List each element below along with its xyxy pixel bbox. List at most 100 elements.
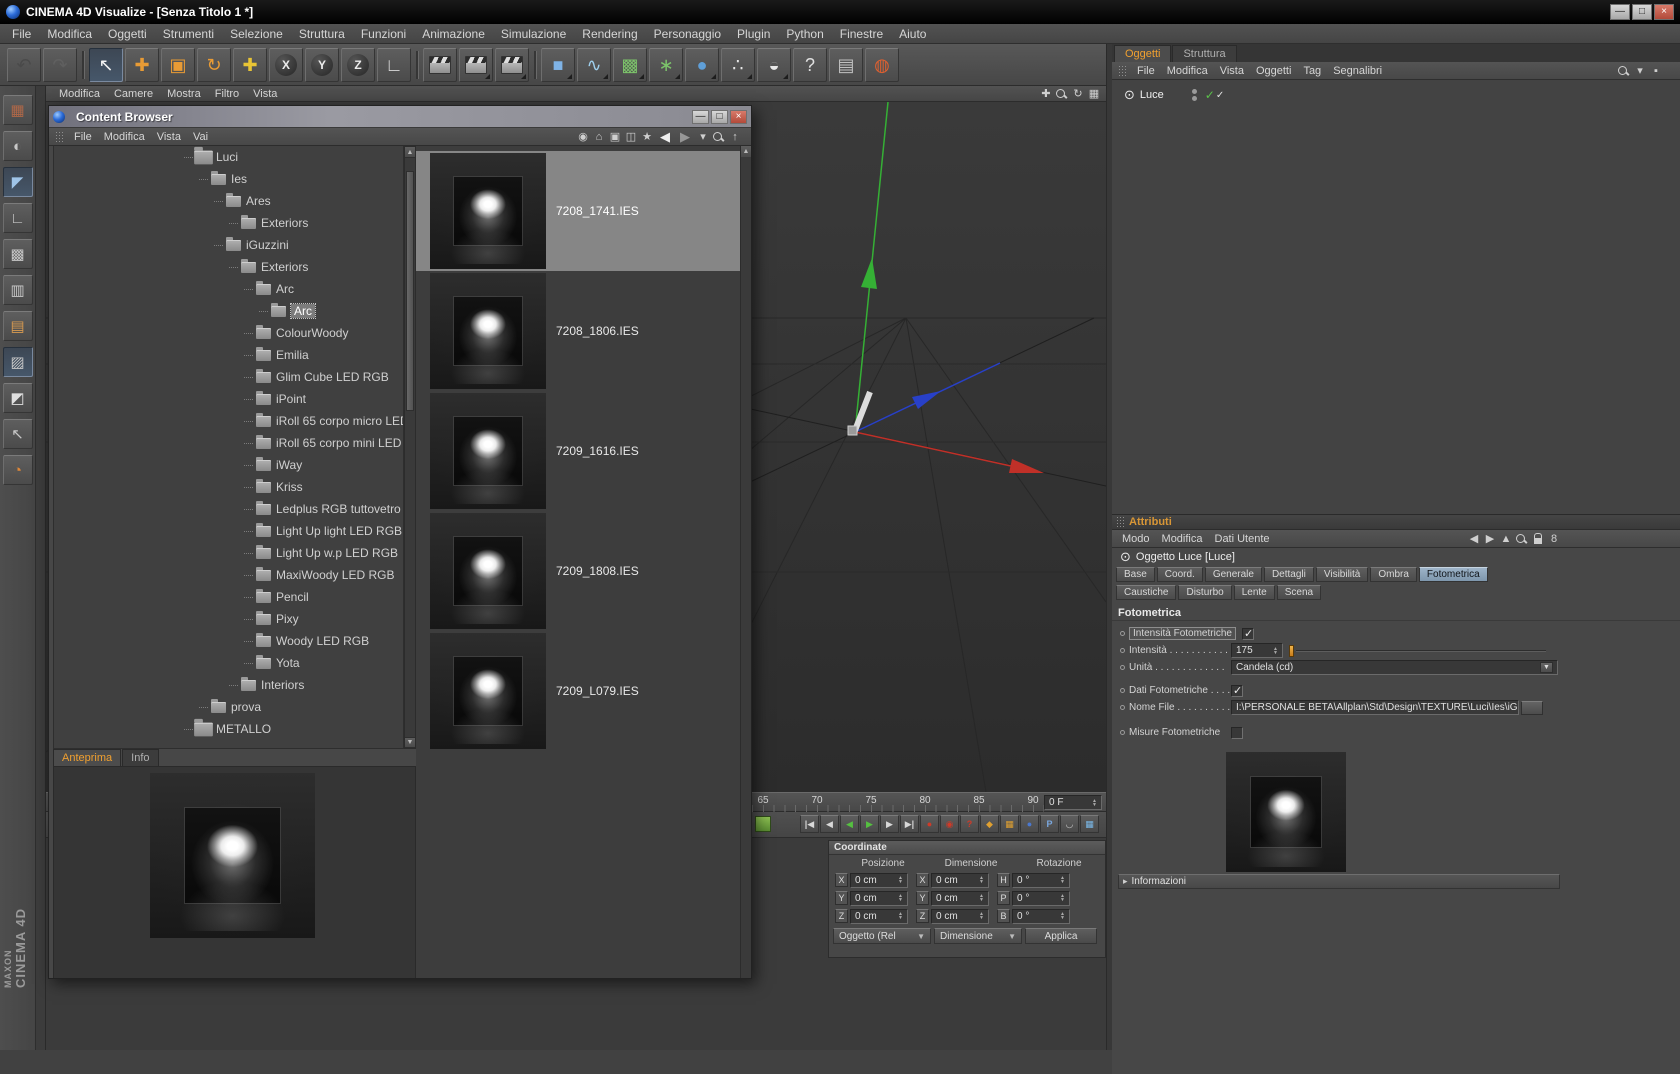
keyframe-dot-icon[interactable] [1120, 631, 1125, 636]
ik-icon[interactable]: ● [1020, 815, 1039, 833]
tree-item[interactable]: Arc [54, 278, 403, 300]
object-manager-menu-item[interactable]: Tag [1297, 64, 1327, 78]
deformer-icon[interactable]: ● [685, 47, 719, 82]
object-manager-menu-item[interactable]: Segnalibri [1327, 64, 1388, 78]
tree-item[interactable]: Glim Cube LED RGB [54, 366, 403, 388]
goto-start-icon[interactable]: |◀ [800, 815, 819, 833]
filename-field[interactable]: I:\PERSONALE BETA\Allplan\Std\Design\TEX… [1231, 700, 1519, 715]
content-browser-menu-item[interactable]: File [68, 130, 98, 144]
toolbar-separator[interactable] [79, 48, 87, 82]
viewport-menu-item[interactable]: Modifica [52, 87, 107, 101]
split-view-icon[interactable]: ◫ [623, 130, 639, 144]
tree-item[interactable]: Light Up w.p LED RGB [54, 542, 403, 564]
menu-item[interactable]: Finestre [832, 25, 891, 43]
attributes-menu-item[interactable]: Dati Utente [1209, 532, 1276, 546]
object-manager-menu-item[interactable]: File [1131, 64, 1161, 78]
previous-key-icon[interactable]: ◀ [820, 815, 839, 833]
preview-tab[interactable]: Info [122, 749, 159, 766]
object-manager-menu-item[interactable]: Vista [1214, 64, 1250, 78]
menu-item[interactable]: Aiuto [891, 25, 934, 43]
minimize-panel-icon[interactable]: ▪ [1648, 64, 1664, 78]
viewport-menu-item[interactable]: Vista [246, 87, 284, 101]
scale-icon[interactable]: ▣ [161, 47, 195, 82]
pan-view-icon[interactable]: ✚ [1038, 87, 1054, 101]
tree-item[interactable]: Pixy [54, 608, 403, 630]
tree-item[interactable]: iWay [54, 454, 403, 476]
field-spinner[interactable] [976, 876, 984, 884]
folder-up-icon[interactable]: ↑ [727, 130, 743, 144]
texture-axis-mode-icon[interactable]: ▨ [2, 347, 33, 377]
texture-mode-icon[interactable]: ◤ [2, 167, 33, 197]
field-spinner[interactable] [1057, 876, 1065, 884]
coordinate-mode-dropdown[interactable]: Oggetto (Rel ▼ [833, 928, 931, 944]
tree-item[interactable]: Arc [54, 300, 403, 322]
scroll-up-icon[interactable]: ▲ [405, 147, 415, 158]
rotation-field[interactable]: 0 ° [1012, 890, 1070, 906]
tree-item[interactable]: ColourWoody [54, 322, 403, 344]
lock-z-axis-icon[interactable]: Z [341, 47, 375, 82]
axis-mode-icon[interactable]: ↖ [2, 419, 33, 449]
coordinates-column-header[interactable]: Posizione [839, 858, 927, 869]
tree-item[interactable]: Exteriors [54, 256, 403, 278]
field-spinner[interactable] [1057, 912, 1065, 920]
history-back-icon[interactable]: ◀ [1466, 532, 1482, 546]
menu-item[interactable]: Python [778, 25, 831, 43]
coordinate-system-icon[interactable]: ∟ [377, 47, 411, 82]
tree-item[interactable]: Ares [54, 190, 403, 212]
attribute-tab[interactable]: Ombra [1370, 567, 1417, 582]
file-item[interactable]: 7208_1741.IES [416, 151, 745, 271]
field-spinner[interactable] [895, 894, 903, 902]
move-icon[interactable]: ✚ [125, 47, 159, 82]
redo-icon[interactable]: ↷ [43, 47, 77, 82]
field-spinner[interactable] [895, 912, 903, 920]
coordinates-column-header[interactable]: Rotazione [1015, 858, 1103, 869]
tree-item[interactable]: Luci [54, 146, 403, 168]
current-frame-field[interactable]: 0 F [1044, 795, 1102, 810]
field-spinner[interactable] [1270, 647, 1278, 655]
toolbar-separator[interactable] [413, 48, 421, 82]
tree-item[interactable]: prova [54, 696, 403, 718]
rotation-field[interactable]: 0 ° [1012, 872, 1070, 888]
photometric-intensity-enable-label[interactable]: Intensità Fotometriche [1129, 627, 1236, 640]
size-field[interactable]: 0 cm [931, 890, 989, 906]
informazioni-section[interactable]: ▸ Informazioni [1118, 874, 1560, 889]
keyframe-selection-icon[interactable]: ◆ [980, 815, 999, 833]
lock-icon[interactable] [1530, 532, 1546, 546]
frame-spinner[interactable] [1089, 799, 1097, 807]
field-spinner[interactable] [895, 876, 903, 884]
keyframe-dot-icon[interactable] [1120, 705, 1125, 710]
filter-icon[interactable]: ▾ [1632, 64, 1648, 78]
attribute-tab[interactable]: Dettagli [1263, 567, 1314, 582]
menu-item[interactable]: Personaggio [646, 25, 729, 43]
magnet-icon[interactable]: ◡ [1060, 815, 1079, 833]
keyframe-dot-icon[interactable] [1120, 665, 1125, 670]
play-forward-icon[interactable]: ▶ [860, 815, 879, 833]
material-grid-icon[interactable]: ▦ [2, 95, 33, 125]
apply-button[interactable]: Applica [1025, 928, 1097, 944]
attribute-tab[interactable]: Fotometrica [1418, 567, 1488, 582]
visibility-dots-icon[interactable] [1191, 89, 1197, 101]
home-icon[interactable]: ⌂ [591, 130, 607, 144]
file-item[interactable]: 7209_1616.IES [416, 391, 745, 511]
goto-end-icon[interactable]: ▶| [900, 815, 919, 833]
attribute-tab[interactable]: Lente [1233, 585, 1275, 600]
panel-drag-handle-icon[interactable] [55, 130, 64, 143]
viewport-menu-item[interactable]: Filtro [208, 87, 246, 101]
last-tool-icon[interactable]: ✚ [233, 47, 267, 82]
minimize-button[interactable]: — [1610, 4, 1630, 20]
favorites-icon[interactable]: ★ [639, 130, 655, 144]
preview-tab[interactable]: Anteprima [53, 749, 122, 766]
maximize-button[interactable]: □ [1632, 4, 1652, 20]
forward-icon[interactable]: ▶ [675, 129, 695, 144]
subdivision-surface-icon[interactable]: ▩ [613, 47, 647, 82]
photometric-intensity-enable-checkbox[interactable] [1241, 627, 1254, 640]
tree-item[interactable]: iRoll 65 corpo mini LED [54, 432, 403, 454]
menu-item[interactable]: Struttura [291, 25, 353, 43]
tree-item[interactable]: Yota [54, 652, 403, 674]
lock-y-axis-icon[interactable]: Y [305, 47, 339, 82]
search-icon[interactable] [1514, 532, 1530, 546]
tree-item[interactable]: iGuzzini [54, 234, 403, 256]
content-browser-titlebar[interactable]: Content Browser — □ × [49, 106, 751, 128]
menu-item[interactable]: Simulazione [493, 25, 574, 43]
field-spinner[interactable] [976, 912, 984, 920]
